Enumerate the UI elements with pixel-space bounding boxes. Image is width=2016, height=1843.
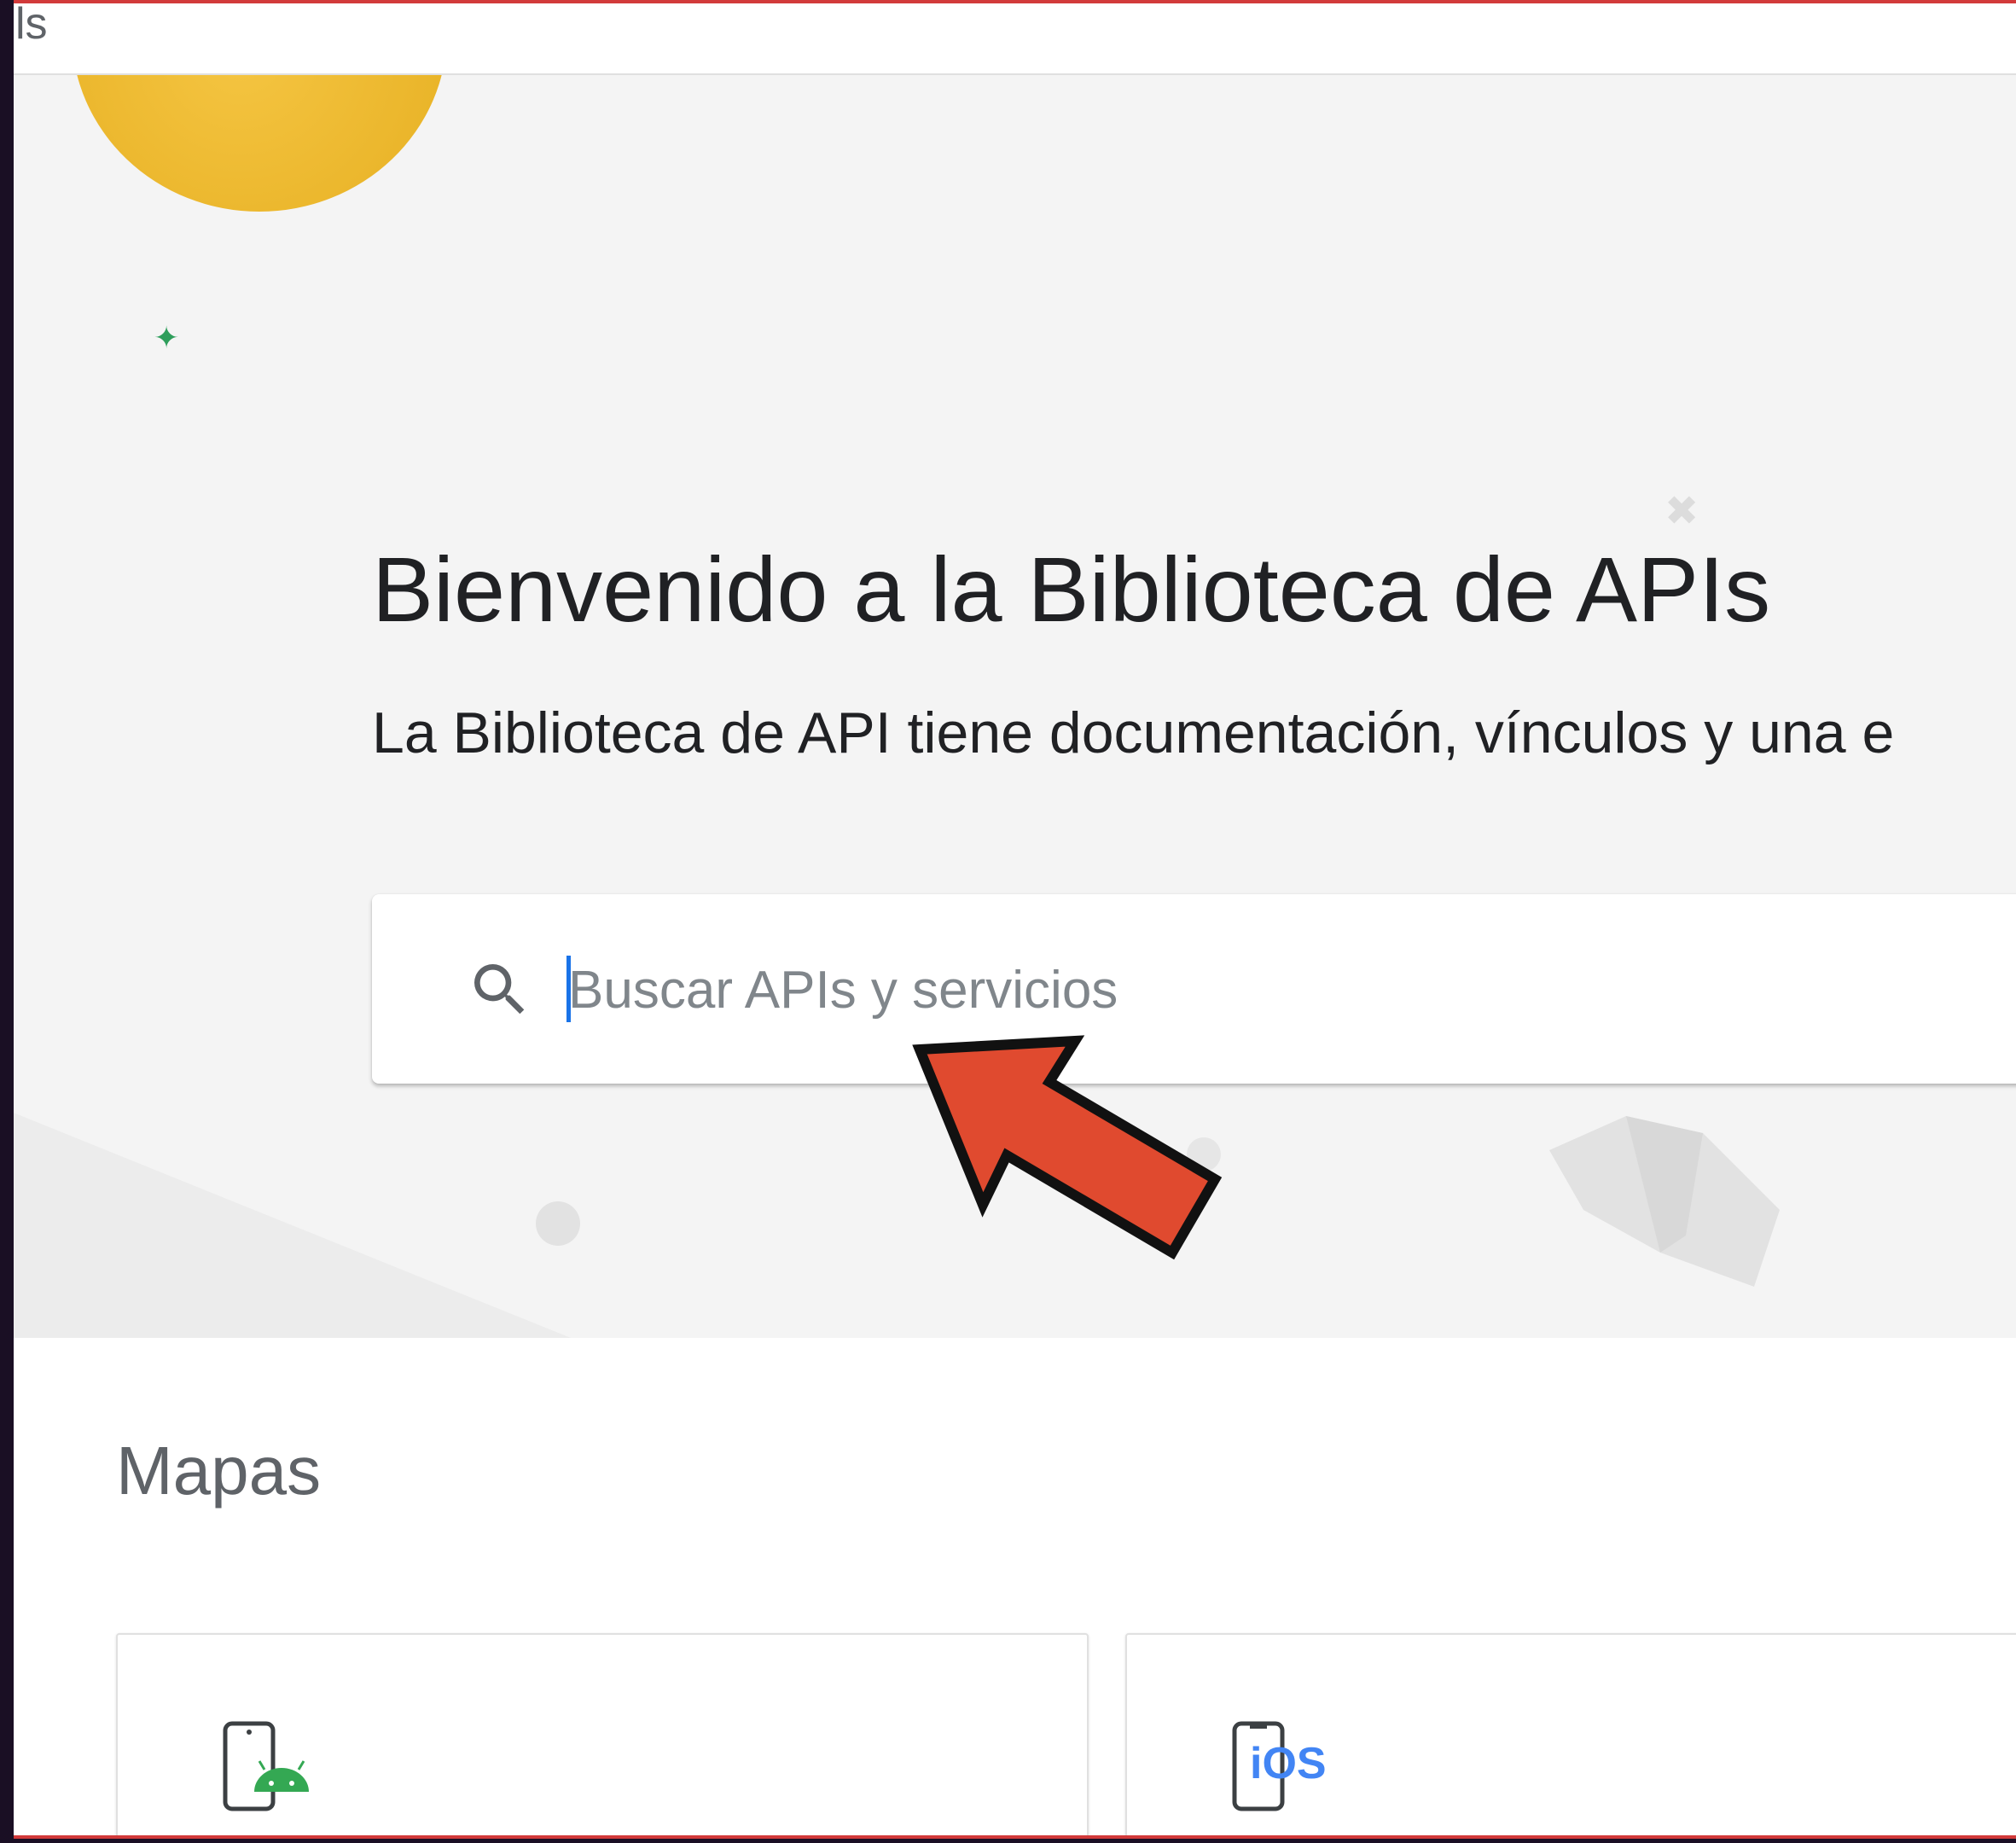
top-bar: ls (14, 3, 2016, 75)
android-phone-icon (223, 1721, 309, 1811)
decorative-sun-circle (72, 75, 447, 212)
ios-phone-icon: iOS (1232, 1721, 1327, 1811)
section-title: Mapas (116, 1433, 322, 1509)
text-caret (566, 956, 571, 1022)
search-box[interactable] (372, 894, 2016, 1084)
page-title: Bienvenido a la Biblioteca de APIs (372, 538, 1771, 641)
screenshot-frame: ls ✦ ✖ Bienvenido a la Biblioteca de API… (14, 0, 2016, 1839)
decorative-dot (1187, 1137, 1221, 1171)
api-card-ios[interactable]: iOS (1125, 1633, 2016, 1835)
search-icon (474, 964, 525, 1015)
decorative-dot (536, 1201, 580, 1246)
hero-banner: ✦ ✖ Bienvenido a la Biblioteca de APIs L… (14, 75, 2016, 1338)
maps-section: Mapas iOS (14, 1338, 2016, 1835)
decorative-rock-shape (1549, 1116, 1780, 1287)
top-bar-title-fragment: ls (15, 0, 48, 49)
decorative-cross-icon: ✖ (1665, 489, 1699, 534)
page-subtitle: La Biblioteca de API tiene documentación… (372, 701, 1895, 765)
decorative-slope (14, 1099, 577, 1338)
ios-label: iOS (1250, 1739, 1327, 1788)
decorative-sparkle-icon: ✦ (154, 320, 180, 355)
search-input[interactable] (566, 935, 1850, 1044)
api-card-android[interactable] (116, 1633, 1089, 1835)
